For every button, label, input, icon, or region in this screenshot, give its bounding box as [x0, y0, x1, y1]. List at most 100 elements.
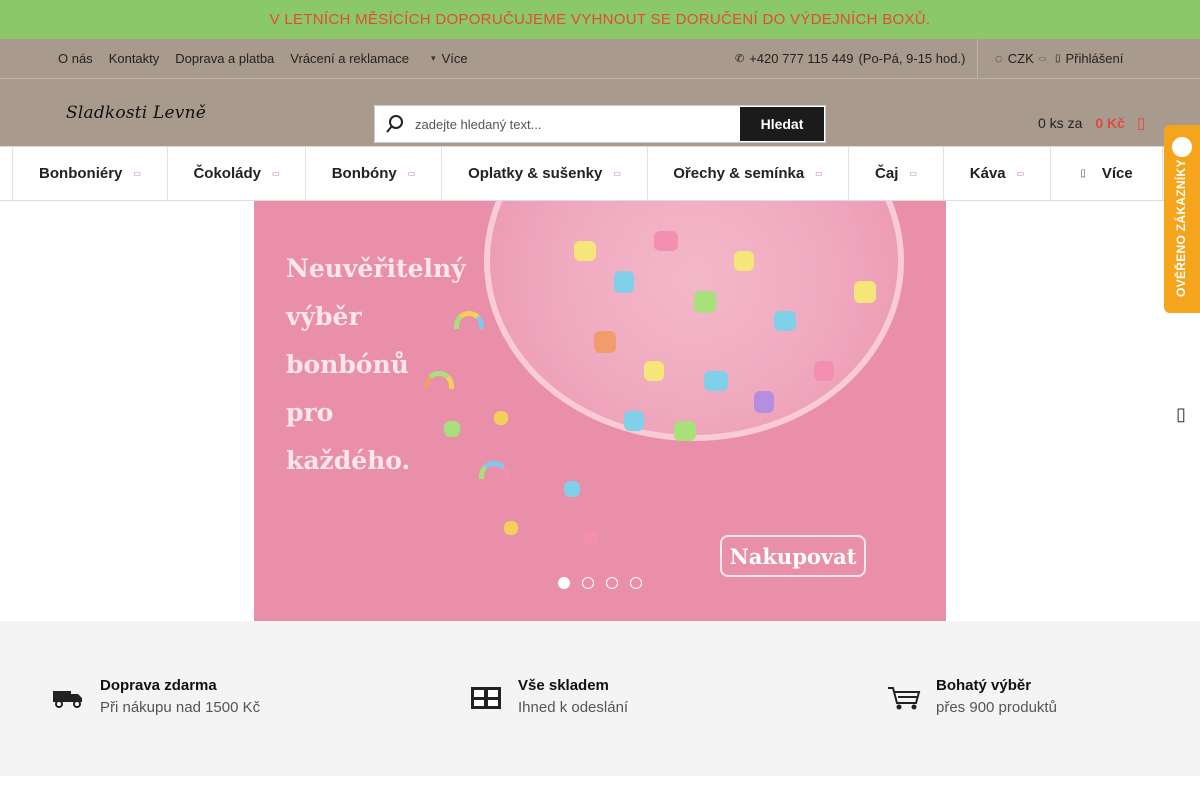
benefits-bar: Doprava zdarma Při nákupu nad 1500 Kč Vš… [0, 621, 1200, 776]
slider-dot[interactable] [630, 577, 642, 589]
candy-image [594, 331, 616, 353]
tagline-line: pro [286, 398, 334, 427]
cart-icon [886, 683, 922, 713]
currency-select[interactable]: ◌ CZK ▭ [995, 39, 1046, 78]
benefit-subtitle: přes 900 produktů [936, 699, 1057, 716]
more-links-label: Více [441, 51, 468, 66]
candy-image [774, 311, 796, 331]
candy-image [624, 411, 644, 431]
candy-image [734, 251, 754, 271]
candy-image [854, 281, 876, 303]
link-shipping[interactable]: Doprava a platba [175, 51, 274, 66]
search-input[interactable] [415, 116, 740, 132]
candy-bowl-image [484, 201, 904, 441]
verified-badge-label: OVĚŘENO ZÁKAZNÍKY [1174, 159, 1188, 297]
candy-image [574, 241, 596, 261]
currency-value: CZK [1007, 51, 1034, 66]
search-icon [375, 114, 415, 134]
seal-icon [1170, 135, 1194, 159]
candy-image [654, 231, 678, 251]
cart-icon: ▯ [1136, 115, 1146, 132]
slider-dots [558, 577, 642, 589]
candy-image [704, 371, 728, 391]
slider-dot[interactable] [558, 577, 570, 589]
chevron-down-icon: ▭ [909, 169, 917, 178]
login-link[interactable]: ▯ Přihlášení [1055, 39, 1123, 78]
cart-count: 0 ks za [1038, 115, 1083, 131]
more-links-button[interactable]: ▾ Více [431, 51, 468, 66]
category-nav: Bonboniéry ▭ Čokolády ▭ Bonbóny ▭ Oplatky &… [0, 147, 1200, 201]
nav-item-chocolates[interactable]: Čokolády ▭ [168, 147, 306, 200]
benefit-stock: Vše skladem Ihned k odeslání [468, 677, 628, 716]
benefit-selection: Bohatý výběr přes 900 produktů [886, 677, 1057, 716]
chevron-down-icon: ▭ [1016, 169, 1025, 178]
link-about[interactable]: O nás [58, 51, 93, 66]
divider [977, 39, 978, 78]
slider-next-icon[interactable]: ▯ [1176, 404, 1186, 425]
nav-label: Ořechy & semínka [673, 165, 805, 182]
candy-image [694, 291, 716, 313]
nav-label: Bonbóny [331, 165, 397, 182]
candy-image [644, 361, 664, 381]
nav-item-wafers[interactable]: Oplatky & sušenky ▭ [442, 147, 648, 200]
nav-item-tea[interactable]: Čaj ▭ [849, 147, 944, 200]
candy-image [814, 361, 834, 381]
nav-label: Oplatky & sušenky [468, 165, 603, 182]
benefit-title: Bohatý výběr [936, 677, 1032, 694]
nav-label: Čaj [875, 165, 899, 182]
nav-item-more[interactable]: ▯ Více [1051, 147, 1163, 200]
tagline-line: každého. [286, 446, 411, 475]
candy-image [504, 521, 518, 535]
cart-summary[interactable]: 0 ks za 0 Kč ▯ [1038, 114, 1145, 132]
hero-tagline: Neuvěřitelný výběr bonbónů pro každého. [286, 245, 466, 485]
benefit-subtitle: Při nákupu nad 1500 Kč [100, 699, 261, 716]
candy-image [614, 271, 634, 293]
candy-image [754, 391, 774, 413]
link-returns[interactable]: Vrácení a reklamace [290, 51, 409, 66]
hero-banner[interactable]: Neuvěřitelný výběr bonbónů pro každého. … [254, 201, 946, 621]
main-header: Sladkosti Levně Hledat 0 ks za 0 Kč ▯ [0, 79, 1200, 147]
phone-hours: (Po-Pá, 9-15 hod.) [858, 51, 966, 66]
slider-dot[interactable] [582, 577, 594, 589]
top-bar: O nás Kontakty Doprava a platba Vrácení … [0, 39, 1200, 79]
nav-item-bonbonieres[interactable]: Bonboniéry ▭ [13, 147, 168, 200]
candy-image [494, 411, 508, 425]
search-button[interactable]: Hledat [740, 107, 824, 141]
nav-item-candies[interactable]: Bonbóny ▭ [306, 147, 442, 200]
tagline-line: bonbónů [286, 350, 409, 379]
shop-now-button[interactable]: Nakupovat [720, 535, 866, 577]
candy-image [564, 481, 580, 497]
chevron-down-icon: ▭ [407, 169, 416, 178]
verified-badge[interactable]: OVĚŘENO ZÁKAZNÍKY [1164, 125, 1200, 313]
chevron-down-icon: ▭ [815, 169, 823, 178]
benefit-subtitle: Ihned k odeslání [518, 699, 629, 716]
nav-spacer [0, 147, 13, 200]
rainbow-candy-image [479, 461, 509, 479]
search-form: Hledat [374, 105, 826, 143]
nav-item-coffee[interactable]: Káva ▭ [944, 147, 1051, 200]
cart-price: 0 Kč [1095, 115, 1125, 131]
login-label: Přihlášení [1065, 51, 1124, 66]
nav-label: Bonboniéry [39, 165, 123, 182]
chevron-down-icon: ▭ [271, 169, 280, 178]
link-contacts[interactable]: Kontakty [109, 51, 160, 66]
nav-label: Čokolády [193, 165, 261, 182]
logo[interactable]: Sladkosti Levně [66, 103, 206, 123]
truck-icon [50, 683, 86, 713]
candy-image [584, 531, 598, 545]
candy-image [674, 421, 696, 441]
phone-contact[interactable]: ✆ +420 777 115 449 (Po-Pá, 9-15 hod.) [735, 39, 965, 78]
tagline-line: Neuvěřitelný [286, 254, 466, 283]
announcement-bar: V LETNÍCH MĚSÍCÍCH DOPORUČUJEME VYHNOUT … [0, 0, 1200, 39]
chevron-down-icon: ▾ [431, 53, 436, 63]
info-links: O nás Kontakty Doprava a platba Vrácení … [58, 39, 468, 78]
chevron-down-icon: ▭ [133, 169, 141, 178]
benefit-title: Doprava zdarma [100, 677, 217, 694]
chevron-down-icon: ▭ [613, 169, 621, 178]
menu-icon: ▯ [1080, 168, 1086, 179]
user-icon: ▯ [1055, 53, 1061, 64]
benefit-shipping: Doprava zdarma Při nákupu nad 1500 Kč [50, 677, 260, 716]
slider-dot[interactable] [606, 577, 618, 589]
nav-item-nuts[interactable]: Ořechy & semínka ▭ [648, 147, 849, 200]
phone-icon: ✆ [735, 53, 745, 65]
